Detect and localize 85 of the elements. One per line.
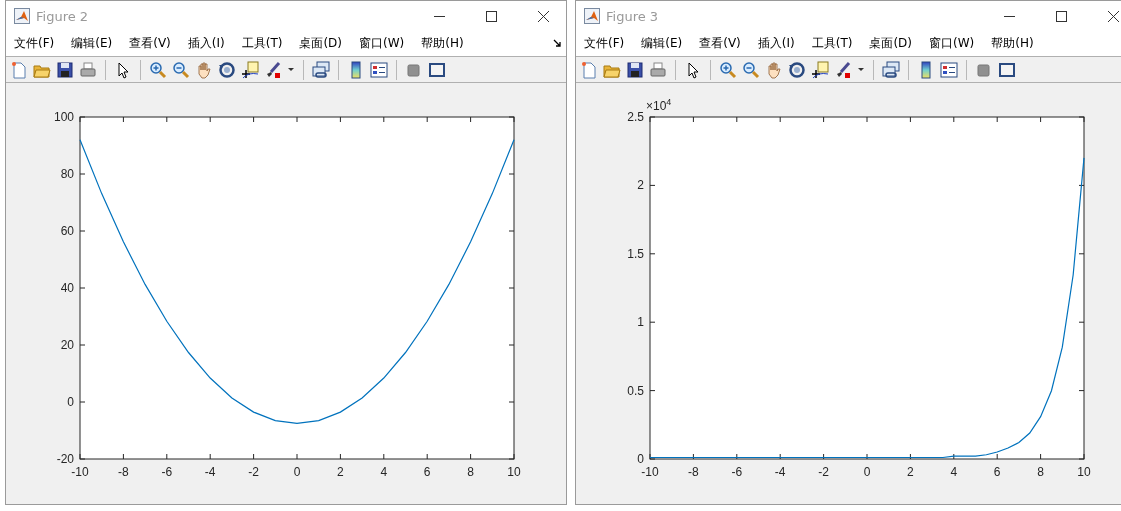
menu-item[interactable]: 帮助(H) (421, 35, 472, 52)
brush-icon[interactable] (264, 60, 282, 79)
tick-label: 10 (1077, 465, 1091, 479)
tick-label: 6 (423, 465, 431, 479)
menu-item[interactable]: 文件(F) (584, 35, 633, 52)
rotate-icon[interactable] (788, 60, 806, 79)
printer-icon[interactable] (79, 60, 97, 79)
tick-label: 40 (60, 281, 74, 295)
tick-label: 0 (293, 465, 301, 479)
rotate-icon[interactable] (218, 60, 236, 79)
tick-label: 1 (637, 315, 644, 330)
data-cursor-icon[interactable] (241, 60, 259, 79)
menu-item[interactable]: 窗口(W) (359, 35, 413, 52)
tick-label: 8 (1037, 465, 1044, 479)
menu-item[interactable]: 编辑(E) (71, 35, 121, 52)
zoom-in-icon[interactable] (149, 60, 167, 79)
tick-label: 2 (637, 178, 644, 193)
tick-label: -2 (818, 465, 829, 479)
tick-label: 6 (993, 465, 1001, 479)
legend-icon[interactable] (370, 60, 388, 79)
tick-label: 100 (53, 110, 74, 124)
new-file-icon[interactable] (10, 60, 28, 79)
close-icon (537, 10, 549, 22)
app-logo-icon (14, 8, 30, 24)
menu-item[interactable]: 插入(I) (187, 35, 233, 52)
zoom-out-icon[interactable] (172, 60, 190, 79)
tick-label: -10 (641, 465, 659, 479)
window-title: Figure 2 (36, 8, 90, 24)
menu-item[interactable]: 查看(V) (699, 35, 749, 52)
tick-label: -8 (688, 465, 699, 479)
menu-item[interactable]: 工具(T) (811, 35, 861, 52)
tick-label: -2 (248, 465, 259, 479)
tick-label: 2.5 (627, 110, 644, 124)
zoom-out-icon[interactable] (742, 60, 760, 79)
menu-item[interactable]: 窗口(W) (929, 35, 983, 52)
tick-label: 10 (507, 465, 521, 479)
menu-item[interactable]: 文件(F) (14, 35, 63, 52)
new-file-icon[interactable] (580, 60, 598, 79)
dock-arrow-icon[interactable] (553, 39, 562, 48)
link-icon[interactable] (312, 60, 330, 79)
tick-label: 8 (467, 465, 474, 479)
tick-label: 60 (60, 224, 74, 238)
tick-label: 4 (380, 465, 388, 479)
menu-item[interactable]: 桌面(D) (869, 35, 920, 52)
tick-label: 0.5 (627, 383, 644, 398)
tick-label: -8 (118, 465, 129, 479)
tick-label: -20 (56, 452, 74, 466)
tick-label: 0 (863, 465, 871, 479)
tick-label: 0 (637, 452, 644, 466)
save-icon[interactable] (56, 60, 74, 79)
maximize-icon (485, 10, 497, 22)
tick-label: 80 (60, 167, 74, 181)
tick-label: 2 (907, 465, 914, 479)
tick-label: 20 (60, 338, 74, 352)
save-icon[interactable] (626, 60, 644, 79)
menu-item[interactable]: 工具(T) (241, 35, 291, 52)
menu-item[interactable]: 查看(V) (129, 35, 179, 52)
maximize-icon (1055, 10, 1067, 22)
tick-label: -4 (774, 465, 786, 479)
tick-label: -10 (71, 465, 89, 479)
frame-icon[interactable] (998, 60, 1016, 79)
tick-label: -6 (731, 465, 743, 479)
tick-label: 2 (337, 465, 344, 479)
menu-item[interactable]: 帮助(H) (991, 35, 1042, 52)
menu-item[interactable]: 桌面(D) (299, 35, 350, 52)
menu-item[interactable]: 编辑(E) (641, 35, 691, 52)
tick-label: -4 (204, 465, 216, 479)
menu-item[interactable]: 插入(I) (757, 35, 803, 52)
axis-exponent: ×10$^{4}$ (646, 97, 672, 113)
brush-icon[interactable] (834, 60, 852, 79)
app-logo-icon (584, 8, 600, 24)
tick-label: -6 (161, 465, 173, 479)
legend-icon[interactable] (940, 60, 958, 79)
zoom-in-icon[interactable] (719, 60, 737, 79)
tick-label: 0 (67, 395, 74, 409)
tick-label: 1.5 (627, 246, 644, 261)
frame-icon[interactable] (428, 60, 446, 79)
link-icon[interactable] (882, 60, 900, 79)
close-icon (1107, 10, 1119, 22)
tick-label: 4 (950, 465, 958, 479)
hand-icon[interactable] (195, 60, 213, 79)
window-title: Figure 3 (606, 8, 660, 24)
hand-icon[interactable] (765, 60, 783, 79)
data-cursor-icon[interactable] (811, 60, 829, 79)
printer-icon[interactable] (649, 60, 667, 79)
